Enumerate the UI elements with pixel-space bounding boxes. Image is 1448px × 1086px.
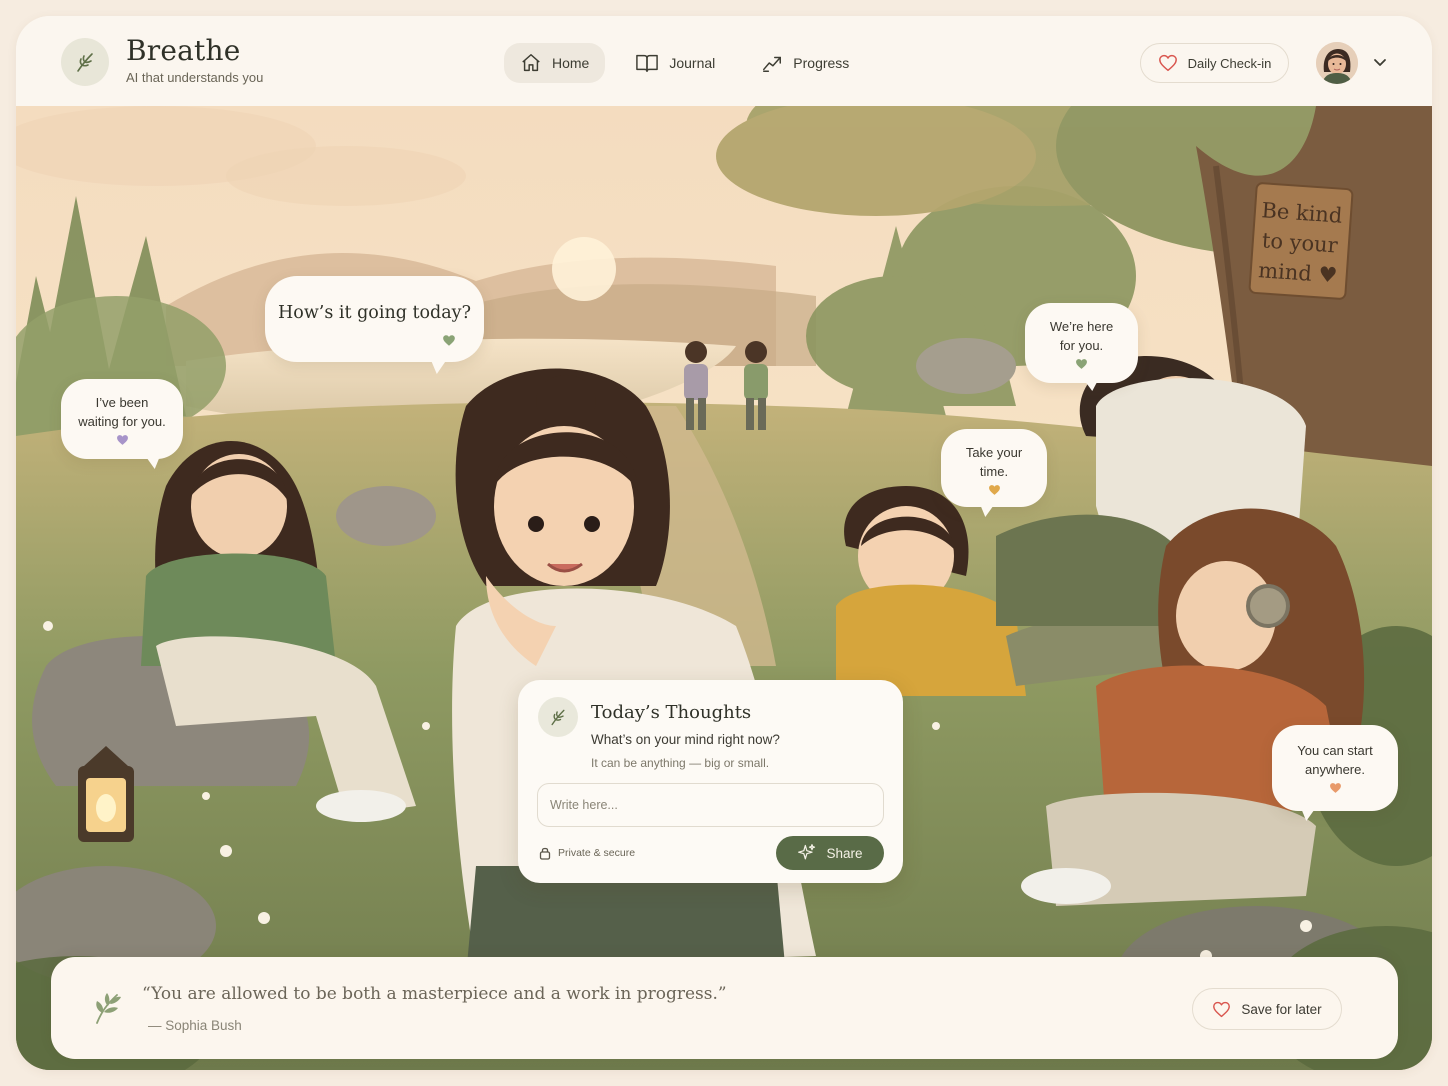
nav-progress[interactable]: Progress <box>745 43 865 83</box>
privacy-label: Private & secure <box>558 847 636 859</box>
share-label: Share <box>826 845 863 861</box>
thoughts-input[interactable] <box>537 783 884 827</box>
bubble-line-1: We’re here <box>1049 319 1114 334</box>
nav-journal-label: Journal <box>669 55 716 71</box>
leaf-icon <box>551 709 565 726</box>
avatar[interactable] <box>1316 42 1358 84</box>
save-label: Save for later <box>1241 1001 1322 1017</box>
heart-icon <box>116 435 128 445</box>
app-title: Breathe <box>126 34 241 67</box>
app-subtitle: AI that understands you <box>126 70 264 85</box>
leaf-icon <box>96 993 121 1024</box>
privacy-note: Private & secure <box>539 846 635 860</box>
meadow-scene: Be kind to your mind ♥ <box>16 106 1432 1070</box>
speech-bubble-here-for-you: We’re here for you. <box>1025 303 1138 391</box>
bubble-line-2: time. <box>979 464 1009 479</box>
card-question: What’s on your mind right now? <box>591 732 780 747</box>
bubble-line-2: for you. <box>1059 338 1104 353</box>
lock-icon <box>539 847 551 860</box>
daily-checkin-label: Daily Check-in <box>1187 55 1272 71</box>
quote-author: — Sophia Bush <box>148 1018 242 1033</box>
heart-icon <box>1076 359 1087 369</box>
daily-checkin-button[interactable]: Daily Check-in <box>1140 43 1289 83</box>
hero-illustration: Be kind to your mind ♥ How’s it going to… <box>16 106 1432 1070</box>
app-window: Breathe AI that understands you Home Jou… <box>16 16 1432 1070</box>
card-title: Today’s Thoughts <box>591 702 752 723</box>
heart-icon <box>443 335 455 346</box>
bubble-line-1: You can start <box>1297 743 1373 758</box>
home-icon <box>522 54 540 72</box>
speech-bubble-take-your-time: Take your time. <box>941 429 1047 517</box>
heart-icon <box>1213 1001 1231 1017</box>
quote-text: “You are allowed to be both a masterpiec… <box>142 984 727 1004</box>
thoughts-card: Today’s Thoughts What’s on your mind rig… <box>518 680 903 883</box>
main-nav: Home Journal Progress <box>504 43 865 83</box>
heart-icon <box>1158 54 1177 72</box>
logo[interactable] <box>61 38 109 86</box>
chevron-down-icon[interactable] <box>1372 56 1388 70</box>
nav-journal[interactable]: Journal <box>619 43 731 83</box>
quote-panel: “You are allowed to be both a masterpiec… <box>51 957 1398 1059</box>
speech-bubble-start-anywhere: You can start anywhere. <box>1272 725 1398 821</box>
bubble-line-1: I’ve been <box>95 395 149 410</box>
bubble-line-2: anywhere. <box>1305 762 1365 777</box>
heart-icon <box>988 485 1000 495</box>
nav-progress-label: Progress <box>793 55 850 71</box>
top-bar: Breathe AI that understands you Home Jou… <box>16 16 1432 106</box>
nav-home[interactable]: Home <box>504 43 606 83</box>
nav-home-label: Home <box>552 55 590 71</box>
card-logo <box>538 697 578 737</box>
leaf-icon <box>77 53 93 72</box>
save-for-later-button[interactable]: Save for later <box>1192 988 1342 1030</box>
trend-icon <box>763 56 782 72</box>
bubble-line-1: Take your <box>965 445 1023 460</box>
share-button[interactable]: Share <box>776 836 884 870</box>
speech-bubble-how-is-it-going: How’s it going today? <box>265 276 484 374</box>
book-icon <box>636 54 659 72</box>
sparkle-icon <box>798 844 816 860</box>
heart-icon <box>1329 783 1341 793</box>
bubble-text: How’s it going today? <box>278 303 471 323</box>
speech-bubble-waiting: I’ve been waiting for you. <box>61 379 183 469</box>
bubble-line-2: waiting for you. <box>78 414 166 429</box>
card-hint: It can be anything — big or small. <box>591 756 770 770</box>
